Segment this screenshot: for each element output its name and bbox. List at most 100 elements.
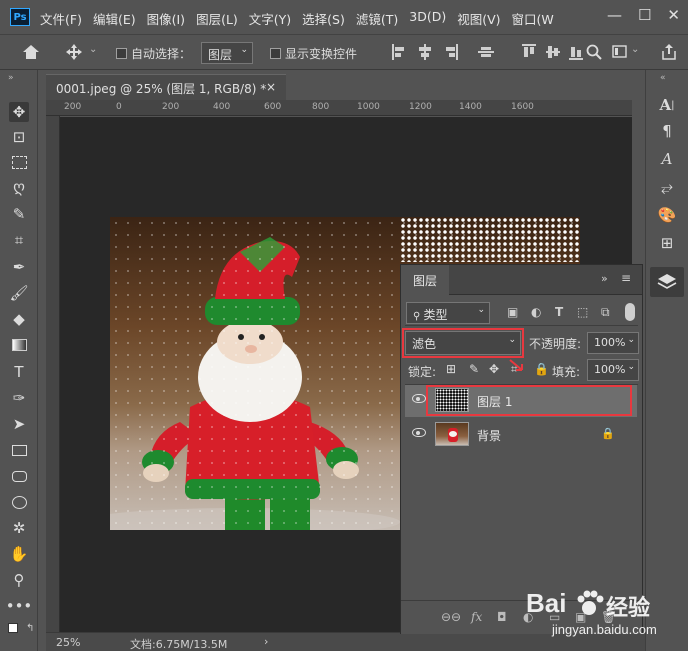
filter-kind-dropdown[interactable]: ⚲ 类型 ⌄ — [406, 302, 490, 324]
brush-tool-icon[interactable]: 🖌 — [9, 283, 29, 303]
move-tool-icon[interactable] — [64, 43, 84, 61]
lock-transparent-icon[interactable]: ⊞ — [446, 362, 456, 376]
share-icon[interactable] — [661, 43, 677, 61]
chevron-down-icon: ⌄ — [627, 362, 635, 372]
lock-position-icon[interactable]: ✥ — [489, 362, 499, 376]
distribute-icon[interactable] — [478, 44, 494, 60]
tab-layers[interactable]: 图层 — [401, 265, 449, 295]
pixel-filter-icon[interactable]: ▣ — [507, 305, 518, 319]
history-panel-icon[interactable]: ⥂ — [656, 176, 678, 198]
ruler-label: 400 — [213, 102, 231, 112]
crop-tool-icon[interactable]: ⌗ — [9, 230, 29, 250]
shape-filter-icon[interactable]: ⬚ — [577, 305, 588, 319]
document-tab[interactable]: 0001.jpeg @ 25% (图层 1, RGB/8) * × — [46, 74, 286, 100]
menu-layer[interactable]: 图层(L) — [196, 9, 238, 28]
collapse-icon[interactable]: « — [660, 73, 666, 83]
ellipse-tool-icon[interactable] — [9, 492, 29, 512]
paragraph-panel-icon[interactable]: ¶ — [656, 120, 678, 142]
layer-row-background[interactable]: 背景 🔒 — [405, 419, 637, 451]
show-transform-checkbox[interactable]: 显示变换控件 — [270, 45, 357, 62]
custom-shape-tool-icon[interactable]: ✲ — [9, 518, 29, 538]
path-select-tool-icon[interactable]: ➤ — [9, 414, 29, 434]
align-top-icon[interactable] — [522, 44, 536, 60]
align-left-icon[interactable] — [392, 44, 406, 60]
swatches-panel-icon[interactable]: ⊞ — [656, 232, 678, 254]
fx-icon[interactable]: fx — [471, 610, 482, 624]
home-icon[interactable] — [22, 44, 40, 60]
status-arrow-icon[interactable]: › — [264, 635, 268, 648]
eyedropper-tool-icon[interactable]: ✒ — [9, 257, 29, 277]
link-layers-icon[interactable]: ⊖⊖ — [441, 610, 461, 624]
opacity-input[interactable]: 100% ⌄ — [587, 332, 639, 354]
more-tools-icon[interactable]: ••• — [6, 596, 33, 616]
restore-button[interactable]: ☐ — [638, 6, 651, 24]
right-dock: « A | ¶ A ⥂ 🎨 ⊞ — [645, 70, 688, 651]
lock-image-icon[interactable]: ✎ — [469, 362, 479, 376]
artboard-tool-icon[interactable]: ⊡ — [9, 127, 29, 147]
menu-image[interactable]: 图像(I) — [147, 9, 185, 28]
zoom-tool-icon[interactable]: ⚲ — [9, 570, 29, 590]
glyphs-panel-icon[interactable]: A — [656, 148, 678, 170]
chevron-down-icon: ⌄ — [477, 305, 485, 315]
filter-toggle[interactable] — [625, 303, 635, 321]
show-transform-label: 显示变换控件 — [285, 47, 358, 61]
lasso-tool-icon[interactable]: ღ — [9, 177, 29, 197]
color-panel-icon[interactable]: 🎨 — [656, 204, 678, 226]
zoom-level[interactable]: 25% — [56, 636, 80, 649]
expand-icon[interactable]: » — [8, 73, 14, 83]
layer-name[interactable]: 背景 — [477, 427, 501, 444]
minimize-button[interactable]: — — [607, 6, 622, 24]
menu-file[interactable]: 文件(F) — [40, 9, 82, 28]
align-middle-icon[interactable] — [546, 44, 560, 60]
pen-tool-icon[interactable]: ✑ — [9, 388, 29, 408]
horizontal-ruler: 200 0 200 400 600 800 1000 1200 1400 160… — [46, 100, 632, 116]
lock-all-icon[interactable]: 🔒 — [534, 362, 549, 376]
eraser-tool-icon[interactable]: ◆ — [9, 309, 29, 329]
search-icon[interactable] — [586, 44, 602, 60]
foreground-color-swatch[interactable] — [8, 623, 18, 633]
rectangle-tool-icon[interactable] — [9, 440, 29, 460]
fill-input[interactable]: 100% ⌄ — [587, 359, 639, 381]
menu-3d[interactable]: 3D(D) — [409, 9, 446, 28]
type-tool-icon[interactable]: T — [9, 362, 29, 382]
visibility-eye-icon[interactable] — [412, 394, 426, 403]
visibility-eye-icon[interactable] — [412, 428, 426, 437]
menu-type[interactable]: 文字(Y) — [249, 9, 291, 28]
checkbox-icon[interactable] — [116, 48, 127, 59]
auto-select-checkbox[interactable]: 自动选择： — [116, 45, 191, 62]
workspace-icon[interactable] — [612, 45, 628, 59]
type-filter-icon[interactable]: T — [555, 305, 563, 319]
smart-object-filter-icon[interactable]: ⧉ — [601, 305, 610, 320]
menu-view[interactable]: 视图(V) — [457, 9, 500, 28]
search-icon: ⚲ — [413, 311, 424, 322]
layers-icon[interactable] — [657, 273, 677, 291]
align-bottom-icon[interactable] — [569, 44, 583, 60]
character-panel-icon[interactable]: A | — [656, 94, 678, 116]
menu-window[interactable]: 窗口(W — [512, 9, 554, 28]
close-button[interactable]: ✕ — [667, 6, 680, 24]
add-mask-icon[interactable]: ◘ — [497, 610, 507, 624]
menu-filter[interactable]: 滤镜(T) — [356, 9, 398, 28]
adjustment-filter-icon[interactable]: ◐ — [531, 305, 541, 319]
panel-menu-icon[interactable]: ≡ — [621, 271, 631, 285]
close-icon[interactable]: × — [266, 80, 276, 94]
ruler-label: 1400 — [459, 102, 482, 112]
ruler-label: 1200 — [409, 102, 432, 112]
menu-edit[interactable]: 编辑(E) — [93, 9, 136, 28]
rounded-rect-tool-icon[interactable] — [9, 466, 29, 486]
menu-select[interactable]: 选择(S) — [302, 9, 345, 28]
align-right-icon[interactable] — [444, 44, 458, 60]
align-center-icon[interactable] — [418, 44, 432, 60]
collapse-panel-icon[interactable]: » — [601, 272, 608, 285]
hand-tool-icon[interactable]: ✋ — [9, 544, 29, 564]
chevron-down-icon[interactable]: ⌄ — [631, 44, 639, 55]
gradient-tool-icon[interactable] — [9, 335, 29, 355]
quick-select-tool-icon[interactable]: ✎ — [9, 204, 29, 224]
swap-colors-icon[interactable]: ↰ — [26, 623, 34, 634]
marquee-tool-icon[interactable] — [9, 152, 29, 172]
move-tool-icon[interactable]: ✥ — [9, 102, 29, 122]
auto-select-dropdown[interactable]: 图层 ⌄ — [201, 42, 253, 64]
checkbox-icon[interactable] — [270, 48, 281, 59]
chevron-down-icon[interactable]: ⌄ — [89, 44, 97, 55]
photoshop-logo: Ps — [10, 8, 30, 26]
